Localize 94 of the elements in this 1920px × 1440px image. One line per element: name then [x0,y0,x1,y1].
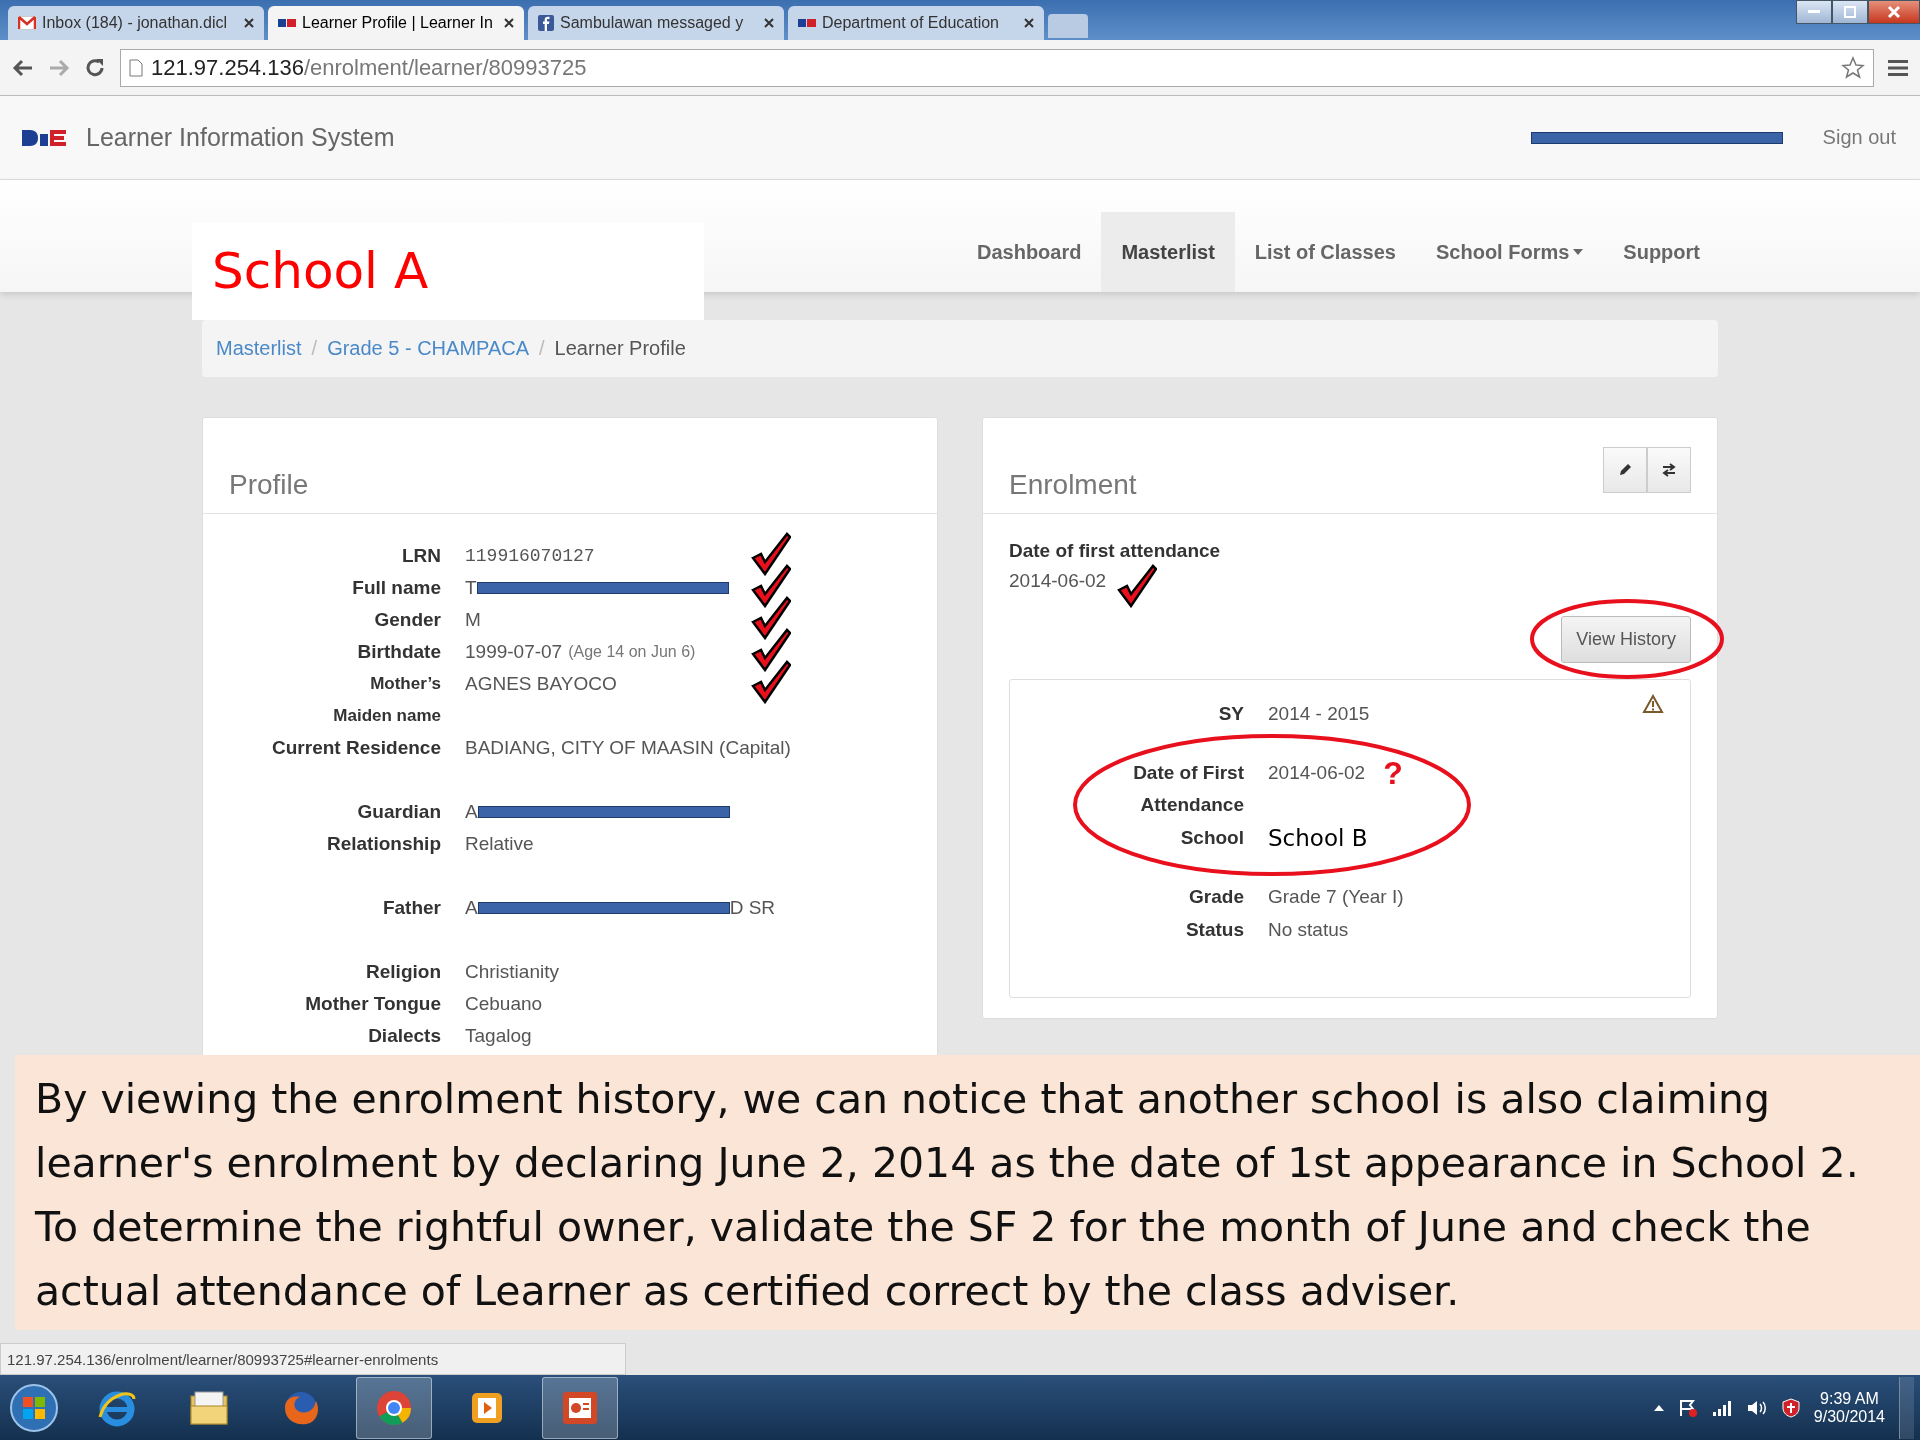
page-icon [129,58,143,77]
field-value: 1999-07-07 [465,641,563,663]
speaker-icon[interactable] [1745,1398,1768,1417]
field-label: Date of first attendance [1009,540,1222,562]
field-value: 119916070127 [465,546,595,566]
minimize-icon [1808,10,1820,14]
browser-tab[interactable]: Inbox (184) - jonathan.dicl [8,6,264,40]
field-value: 2014 - 2015 [1268,702,1370,726]
nav-tab[interactable]: School Forms [1416,212,1604,292]
field-label: Maiden name [332,706,441,726]
envelope-icon [18,16,36,30]
app-title: Learner Information System [86,123,395,152]
field-label: Grade [1189,885,1244,909]
field-value: 2014-06-02 [1009,570,1107,592]
field-label: Status [1185,918,1244,942]
reload-icon[interactable] [84,56,106,79]
field-label: Dialects [367,1025,441,1047]
field-value: 2014-06-02 [1268,761,1366,785]
browser-tab[interactable]: Department of Education [788,6,1044,40]
field-value: A [465,801,478,823]
field-value: Relative [465,833,534,855]
field-label: Date of First Attendance [1132,761,1244,817]
annotation-text: School B [1268,824,1368,853]
close-icon[interactable] [1024,18,1034,28]
sign-out-link[interactable]: Sign out [1818,126,1900,149]
triangle-up-icon[interactable] [1653,1404,1664,1411]
maximize-icon [1844,6,1856,18]
star-icon[interactable] [1841,55,1865,80]
field-label: LRN [400,545,441,567]
panel-title: Profile [229,469,309,501]
browser-tab[interactable]: Learner Profile | Learner In [268,6,524,40]
field-label: Religion [365,961,441,983]
separator: / [539,337,545,360]
clock[interactable]: 9:39 AM 9/30/2014 [1813,1389,1885,1426]
field-label: School [1180,826,1244,850]
question-mark: ? [1383,757,1403,789]
field-value: M [465,609,481,631]
field-value: Tagalog [465,1025,532,1047]
field-value: Cebuano [465,993,543,1015]
note-text: By viewing the enrolment history, we can notice that another school is also claiming learner's enrolment by declaring June 2, 2014 as the date of 1st appearance in School 2. To determine the rightful owner, validate the SF 2 for the month of June and check the actual attendance of Learner as certified correct by the class adviser. [35,1074,1860,1317]
field-label: Father [381,897,441,919]
minimize-button[interactable] [1796,0,1832,24]
field-label: Guardian [356,801,441,823]
logo-icon [798,17,816,29]
nav-tab[interactable]: Dashboard [956,212,1102,292]
panel-title: Enrolment [1009,469,1137,501]
signal-bars-icon[interactable] [1711,1399,1732,1416]
field-value: D SR [729,897,776,919]
field-label: SY [1218,702,1244,726]
field-value: Christianity [465,961,559,983]
field-value: A [465,897,478,919]
field-value: T [465,577,477,599]
breadcrumb-link[interactable]: Masterlist [216,337,302,360]
field-value: BADIANG, CITY OF MAASIN (Capital) [465,737,791,759]
shield-icon[interactable] [1781,1397,1800,1418]
field-value: AGNES BAYOCO [465,673,617,695]
close-icon [1887,5,1901,19]
show-desktop-button[interactable] [1899,1376,1914,1439]
nav-tab[interactable]: Masterlist [1101,212,1235,292]
breadcrumb-current: Learner Profile [554,337,686,360]
warning-icon [1642,694,1664,714]
flag-icon[interactable] [1677,1397,1698,1418]
field-label: Full name [351,577,441,599]
back-icon[interactable] [12,57,34,78]
nav-tab[interactable]: Support [1603,212,1720,292]
caret-icon [1573,249,1584,255]
browser-tab[interactable]: Sambulawan messaged y [528,6,784,40]
nav-tab[interactable]: List of Classes [1234,212,1416,292]
field-note: (Age 14 on Jun 6) [568,643,696,661]
close-icon[interactable] [764,18,774,28]
field-label: Birthdate [356,641,441,663]
pencil-icon [1617,461,1633,478]
swap-arrows-icon [1661,462,1677,477]
separator: / [311,337,318,360]
menu-icon[interactable] [1888,58,1908,77]
maximize-button[interactable] [1832,0,1868,24]
logo-icon [278,17,296,29]
breadcrumb-link[interactable]: Grade 5 - CHAMPACA [327,337,530,360]
field-label: Gender [373,609,441,631]
status-url: 121.97.254.136/enrolment/learner/80993725#learner-enrolments [0,1343,626,1375]
field-label: Mother Tongue [304,993,441,1015]
close-button[interactable] [1868,0,1920,24]
view-history-button[interactable]: View History [1561,616,1691,663]
square-icon [538,15,554,31]
field-value: No status [1268,918,1349,942]
annotation-text: School A [212,242,429,300]
field-label: Relationship [326,833,441,855]
field-label: Mother’s [369,674,441,694]
close-icon[interactable] [504,18,514,28]
transfer-button[interactable] [1647,446,1691,493]
close-icon[interactable] [244,18,254,28]
field-value: Grade 7 (Year I) [1268,885,1404,909]
field-label: Current Residence [271,737,441,759]
address-field[interactable]: 121.97.254.136/enrolment/learner/80993725 [120,48,1874,87]
